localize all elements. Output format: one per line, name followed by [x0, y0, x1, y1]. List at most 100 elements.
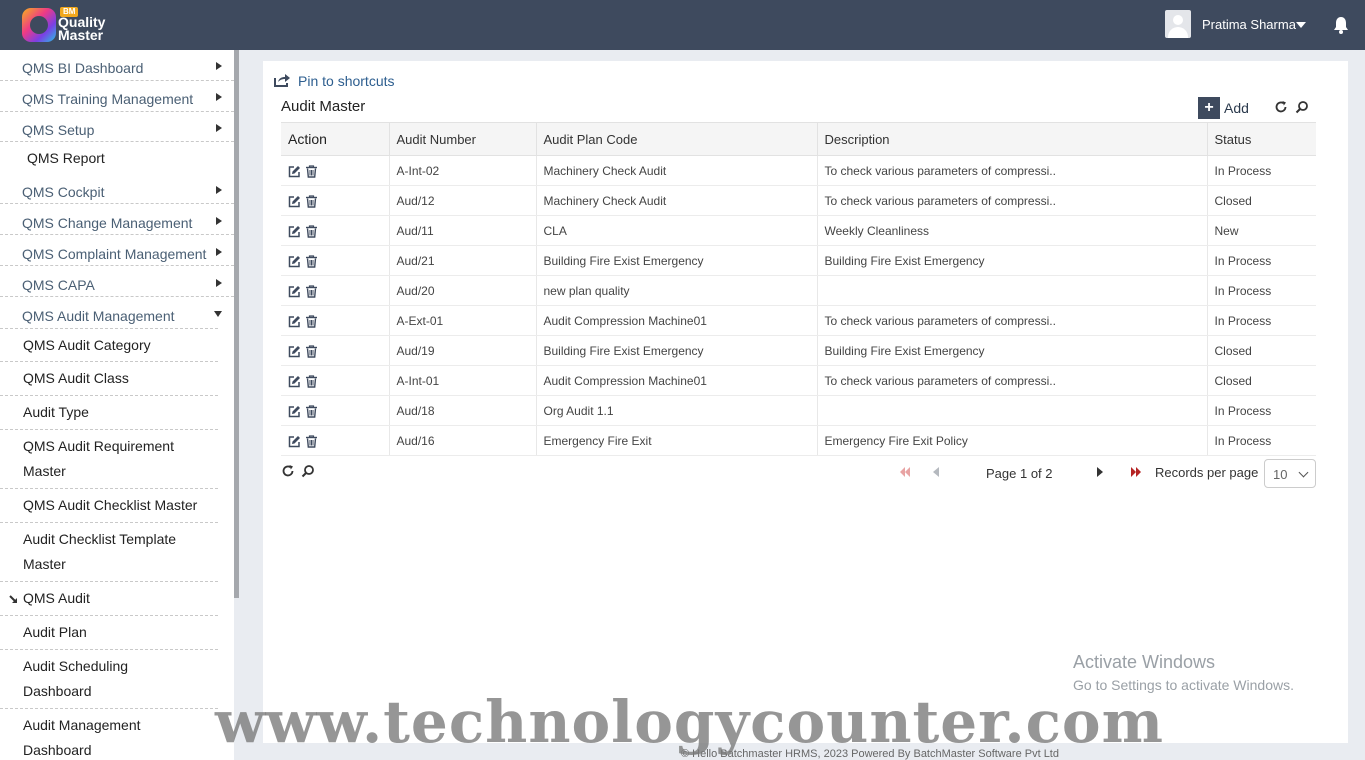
- sidebar-subitem-audit-type[interactable]: Audit Type: [0, 396, 218, 430]
- edit-icon[interactable]: [288, 255, 301, 268]
- cell-description: Building Fire Exist Emergency: [817, 335, 1208, 366]
- sidebar-item-setup[interactable]: QMS Setup: [0, 112, 234, 142]
- row-actions: [281, 185, 390, 216]
- sidebar-item-report[interactable]: QMS Report: [0, 142, 234, 173]
- edit-icon[interactable]: [288, 435, 301, 448]
- quality-master-logo[interactable]: BM Quality Master: [22, 6, 122, 44]
- sidebar-item-audit-management[interactable]: QMS Audit Management: [0, 297, 234, 328]
- sidebar-subitem-label: Audit Scheduling: [23, 658, 129, 674]
- caret-down-icon[interactable]: [1296, 22, 1306, 28]
- cell-description: [817, 275, 1208, 306]
- sidebar-subitem-audit-management-dashboard[interactable]: Audit Management Dashboard: [0, 709, 218, 760]
- edit-icon[interactable]: [288, 285, 301, 298]
- chevron-right-icon: [216, 248, 222, 256]
- search-icon[interactable]: [301, 464, 315, 478]
- cell-status: New: [1207, 215, 1316, 246]
- cell-audit-plan-code: Emergency Fire Exit: [536, 425, 818, 456]
- table-body: A-Int-02 Machinery Check Audit To check va…: [281, 155, 1316, 456]
- records-per-page-select[interactable]: 10: [1264, 459, 1316, 488]
- previous-page-icon[interactable]: [931, 466, 941, 478]
- share-icon[interactable]: [273, 72, 291, 88]
- cell-audit-number: Aud/11: [389, 215, 537, 246]
- sidebar-subitem-audit-checklist-template-master[interactable]: Audit Checklist Template Master: [0, 523, 218, 582]
- sidebar-item-label: QMS Report: [27, 150, 105, 166]
- edit-icon[interactable]: [288, 165, 301, 178]
- avatar-icon[interactable]: [1165, 10, 1191, 38]
- next-page-icon[interactable]: [1095, 466, 1105, 478]
- refresh-icon[interactable]: [281, 464, 295, 478]
- cell-audit-number: Aud/19: [389, 335, 537, 366]
- search-icon[interactable]: [1295, 100, 1309, 114]
- table-row: A-Int-01 Audit Compression Machine01 To ch…: [281, 365, 1316, 396]
- bell-icon[interactable]: [1333, 16, 1349, 34]
- edit-icon[interactable]: [288, 405, 301, 418]
- edit-icon[interactable]: [288, 225, 301, 238]
- sidebar-subitem-audit-class[interactable]: QMS Audit Class: [0, 362, 218, 396]
- trash-icon[interactable]: [305, 345, 318, 358]
- cell-audit-plan-code: new plan quality: [536, 275, 818, 306]
- cell-status: In Process: [1207, 155, 1316, 186]
- last-page-icon[interactable]: [1130, 466, 1142, 478]
- edit-icon[interactable]: [288, 345, 301, 358]
- pin-to-shortcuts-link[interactable]: Pin to shortcuts: [298, 73, 395, 89]
- page-title: Audit Master: [281, 98, 366, 115]
- trash-icon[interactable]: [305, 195, 318, 208]
- cell-status: In Process: [1207, 245, 1316, 276]
- trash-icon[interactable]: [305, 315, 318, 328]
- sidebar-subitem-audit-category[interactable]: QMS Audit Category: [0, 328, 218, 362]
- sidebar-subitem-label: QMS Audit Requirement: [23, 438, 174, 454]
- chevron-right-icon: [216, 279, 222, 287]
- sidebar-subitem-audit-checklist-master[interactable]: QMS Audit Checklist Master: [0, 489, 218, 523]
- sidebar-subitem-audit-scheduling-dashboard[interactable]: Audit Scheduling Dashboard: [0, 650, 218, 709]
- cell-description: [817, 395, 1208, 426]
- user-name[interactable]: Pratima Sharma: [1202, 17, 1296, 32]
- row-actions: [281, 425, 390, 456]
- cell-audit-plan-code: CLA: [536, 215, 818, 246]
- edit-icon[interactable]: [288, 375, 301, 388]
- table-row: Aud/20 new plan quality In Process: [281, 275, 1316, 306]
- sidebar-subitem-audit-plan[interactable]: Audit Plan: [0, 616, 218, 650]
- sidebar-subitem-label: Audit Plan: [23, 624, 87, 640]
- table-row: A-Ext-01 Audit Compression Machine01 To ch…: [281, 305, 1316, 336]
- sidebar-item-change-management[interactable]: QMS Change Management: [0, 204, 234, 235]
- refresh-icon[interactable]: [1274, 100, 1288, 114]
- sidebar-item-label: QMS CAPA: [22, 277, 95, 293]
- sidebar-item-bi-dashboard[interactable]: QMS BI Dashboard: [0, 50, 234, 81]
- sidebar-subitem-audit-requirement-master[interactable]: QMS Audit Requirement Master: [0, 430, 218, 489]
- trash-icon[interactable]: [305, 375, 318, 388]
- chevron-right-icon: [216, 124, 222, 132]
- sidebar-item-training-management[interactable]: QMS Training Management: [0, 81, 234, 112]
- sidebar-subitem-label: Audit Type: [23, 404, 89, 420]
- row-actions: [281, 335, 390, 366]
- edit-icon[interactable]: [288, 315, 301, 328]
- cell-audit-number: Aud/21: [389, 245, 537, 276]
- arrow-down-right-icon: [9, 595, 17, 603]
- chevron-right-icon: [216, 93, 222, 101]
- sidebar-subitem-qms-audit[interactable]: QMS Audit: [0, 582, 218, 616]
- column-header-audit-plan-code[interactable]: Audit Plan Code: [536, 122, 818, 156]
- sidebar-item-label: QMS Change Management: [22, 215, 193, 231]
- row-actions: [281, 245, 390, 276]
- trash-icon[interactable]: [305, 405, 318, 418]
- table-row: A-Int-02 Machinery Check Audit To check va…: [281, 155, 1316, 186]
- row-actions: [281, 155, 390, 186]
- sidebar-item-capa[interactable]: QMS CAPA: [0, 266, 234, 297]
- cell-audit-plan-code: Building Fire Exist Emergency: [536, 245, 818, 276]
- edit-icon[interactable]: [288, 195, 301, 208]
- first-page-icon[interactable]: [899, 466, 911, 478]
- trash-icon[interactable]: [305, 285, 318, 298]
- column-header-description[interactable]: Description: [817, 122, 1208, 156]
- sidebar-item-label: QMS Audit Management: [22, 308, 175, 324]
- column-header-status[interactable]: Status: [1207, 122, 1316, 156]
- trash-icon[interactable]: [305, 165, 318, 178]
- sidebar-subitem-label-line2: Dashboard: [23, 742, 92, 758]
- column-header-audit-number[interactable]: Audit Number: [389, 122, 537, 156]
- sidebar-item-label: QMS Setup: [22, 122, 95, 138]
- sidebar-scrollbar[interactable]: [234, 50, 239, 598]
- sidebar-item-complaint-management[interactable]: QMS Complaint Management: [0, 235, 234, 266]
- trash-icon[interactable]: [305, 225, 318, 238]
- sidebar-subitem-label: Audit Checklist Template: [23, 531, 177, 547]
- trash-icon[interactable]: [305, 435, 318, 448]
- trash-icon[interactable]: [305, 255, 318, 268]
- sidebar-item-cockpit[interactable]: QMS Cockpit: [0, 173, 234, 204]
